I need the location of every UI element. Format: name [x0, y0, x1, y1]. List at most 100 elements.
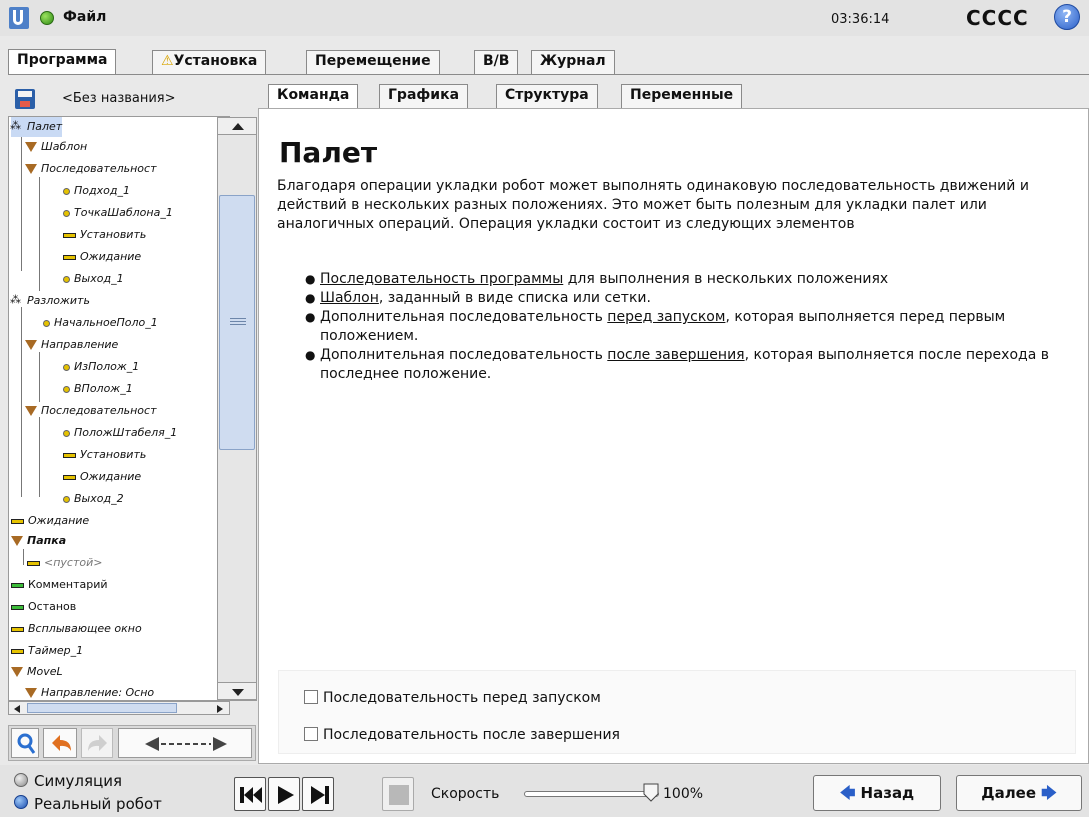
popup-icon	[11, 626, 24, 632]
tab-graphics[interactable]: Графика	[379, 84, 469, 108]
checkbox-box[interactable]	[304, 726, 318, 741]
wait-icon	[11, 518, 24, 524]
tree-item[interactable]: Шаблон	[25, 137, 87, 157]
after-end-sequence-checkbox[interactable]: Последовательность после завершения	[304, 725, 620, 745]
tree-item[interactable]: Разложить	[10, 290, 90, 311]
waypoint-icon	[43, 319, 50, 327]
speed-slider-handle[interactable]	[643, 783, 659, 803]
tree-item[interactable]: Останов	[11, 597, 76, 617]
tree-item[interactable]: Ожидание	[63, 247, 141, 267]
redo-arrow-icon	[88, 735, 107, 751]
folder-icon	[25, 340, 37, 350]
tree-item[interactable]: Ожидание	[63, 467, 141, 487]
tree-item[interactable]: ТочкаШаблона_1	[63, 203, 173, 223]
tree-item[interactable]: Последовательност	[25, 159, 156, 179]
tree-item[interactable]: Установить	[63, 225, 146, 245]
tree-item[interactable]: ПоложШтабеля_1	[63, 423, 177, 443]
tree-item[interactable]: Таймер_1	[11, 641, 83, 661]
tab-move[interactable]: Перемещение	[306, 50, 440, 74]
folder-icon	[25, 406, 37, 416]
back-button[interactable]: 🡄 Назад	[813, 775, 941, 811]
chevron-left-icon	[14, 705, 20, 713]
simulation-label[interactable]: Симуляция	[34, 772, 122, 790]
move-node-button[interactable]	[118, 728, 252, 758]
waypoint-icon	[63, 429, 70, 437]
tree-item[interactable]: Палет	[10, 117, 63, 137]
waypoint-icon	[63, 495, 70, 503]
tree-item[interactable]: Последовательност	[25, 401, 156, 421]
tab-structure[interactable]: Структура	[496, 84, 598, 108]
next-button[interactable]: Далее 🡆	[956, 775, 1082, 811]
undo-arrow-icon	[52, 735, 71, 751]
tab-installation[interactable]: ⚠Установка	[152, 50, 267, 74]
speed-slider-track[interactable]	[524, 791, 659, 797]
horizontal-scroll-thumb[interactable]	[27, 703, 177, 713]
tree-item[interactable]: Всплывающее окно	[11, 619, 142, 639]
clock: 03:36:14	[831, 12, 890, 27]
tree-connector	[39, 352, 40, 402]
tab-program-label: Программа	[17, 52, 108, 68]
tab-io[interactable]: В/В	[474, 50, 519, 74]
program-name: <Без названия>	[62, 91, 176, 106]
tab-log[interactable]: Журнал	[531, 50, 615, 74]
program-tree[interactable]: Палет Шаблон Последовательност Подход_1 …	[8, 116, 230, 701]
set-icon	[63, 452, 76, 458]
pallet-icon	[10, 290, 23, 310]
folder-icon	[11, 667, 23, 677]
scroll-down-button[interactable]	[217, 682, 257, 700]
help-button[interactable]: ?	[1054, 4, 1080, 30]
tab-log-label: Журнал	[540, 53, 606, 69]
pattern-link[interactable]: Шаблон	[320, 290, 379, 306]
real-robot-radio[interactable]	[14, 795, 28, 809]
tab-program[interactable]: Программа	[8, 49, 117, 75]
checkbox-box[interactable]	[304, 689, 318, 704]
robot-name: CCCC	[966, 6, 1029, 30]
before-start-sequence-checkbox[interactable]: Последовательность перед запуском	[304, 688, 601, 708]
stop-button[interactable]	[382, 777, 414, 811]
page-title: Палет	[279, 136, 378, 169]
tree-item[interactable]: НачальноеПоло_1	[43, 313, 158, 333]
list-item: Шаблон, заданный в виде списка или сетки…	[305, 289, 1080, 308]
after-end-link[interactable]: после завершения	[607, 347, 744, 363]
tab-command[interactable]: Команда	[268, 84, 359, 108]
undo-button[interactable]	[43, 728, 77, 758]
tree-item[interactable]: Выход_1	[63, 269, 124, 289]
before-start-link[interactable]: перед запуском	[607, 309, 725, 325]
tree-item[interactable]: <пустой>	[27, 553, 102, 573]
real-robot-label[interactable]: Реальный робот	[34, 795, 162, 813]
tree-item[interactable]: MoveL	[11, 662, 63, 682]
tree-item[interactable]: Направление	[25, 335, 118, 355]
skip-back-icon	[240, 787, 262, 803]
tree-item[interactable]: Подход_1	[63, 181, 130, 201]
tree-item[interactable]: Направление: Осно	[25, 683, 154, 700]
redo-button[interactable]	[81, 728, 113, 758]
chevron-right-icon	[217, 705, 223, 713]
back-arrow-icon: 🡄	[839, 784, 856, 802]
element-list: Последовательность программы для выполне…	[305, 270, 1080, 384]
play-button[interactable]	[268, 777, 300, 811]
search-button[interactable]	[11, 728, 39, 758]
save-program-icon[interactable]	[15, 89, 35, 109]
tree-horizontal-scrollbar[interactable]	[8, 701, 230, 715]
list-item: Дополнительная последовательность после …	[305, 346, 1080, 384]
tree-connector	[23, 549, 24, 565]
timer-icon	[11, 648, 24, 654]
step-button[interactable]	[302, 777, 334, 811]
tree-item[interactable]: ИзПолож_1	[63, 357, 139, 377]
scroll-up-button[interactable]	[217, 117, 257, 135]
tree-item[interactable]: Ожидание	[11, 511, 89, 531]
tab-installation-label: Установка	[173, 53, 258, 69]
tree-item[interactable]: Установить	[63, 445, 146, 465]
tree-item[interactable]: Выход_2	[63, 489, 124, 509]
tab-variables[interactable]: Переменные	[621, 84, 743, 108]
tree-item[interactable]: Комментарий	[11, 575, 108, 595]
tree-item[interactable]: ВПолож_1	[63, 379, 133, 399]
skip-to-start-button[interactable]	[234, 777, 266, 811]
left-right-arrow-icon	[145, 737, 227, 751]
tree-item[interactable]: Папка	[11, 531, 66, 551]
scroll-thumb[interactable]	[219, 195, 255, 450]
simulation-radio[interactable]	[14, 773, 28, 787]
file-menu[interactable]: Файл	[63, 9, 106, 25]
tree-connector	[39, 177, 40, 291]
program-sequence-link[interactable]: Последовательность программы	[320, 271, 563, 287]
